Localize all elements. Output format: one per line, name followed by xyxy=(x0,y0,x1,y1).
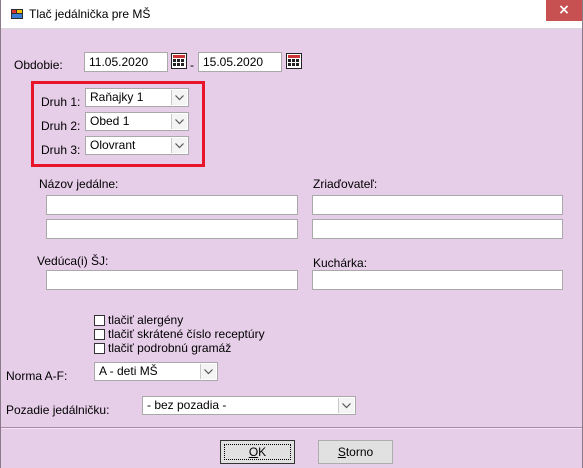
period-separator: - xyxy=(190,58,194,72)
chevron-down-icon xyxy=(338,398,354,413)
founder-input-1[interactable] xyxy=(312,195,563,215)
kind3-select[interactable]: Olovrant xyxy=(85,136,189,155)
detailed-grammage-label: tlačiť podrobnú gramáž xyxy=(108,341,232,355)
allergens-checkbox[interactable] xyxy=(94,315,105,326)
canteen-label: Názov jedálne: xyxy=(39,177,119,191)
close-icon: × xyxy=(558,2,570,18)
background-value: - bez pozadia - xyxy=(147,398,227,412)
kind2-select[interactable]: Obed 1 xyxy=(85,112,189,131)
kind2-label: Druh 2: xyxy=(41,119,81,133)
period-label: Obdobie: xyxy=(14,58,63,72)
period-from-input[interactable]: 11.05.2020 xyxy=(84,52,168,72)
detailed-grammage-checkbox[interactable] xyxy=(94,343,105,354)
cook-label: Kuchárka: xyxy=(313,256,368,270)
cancel-label-rest: torno xyxy=(345,445,374,459)
chevron-down-icon xyxy=(171,138,187,153)
kind1-select[interactable]: Raňajky 1 xyxy=(85,88,189,107)
founder-label: Zriaďovateľ: xyxy=(313,177,378,191)
norm-label: Norma A-F: xyxy=(6,369,68,383)
kind1-value: Raňajky 1 xyxy=(90,90,144,104)
ok-button[interactable]: OK xyxy=(220,440,295,464)
kind1-label: Druh 1: xyxy=(41,95,81,109)
title-bar: Tlač jedálnička pre MŠ × xyxy=(1,0,582,29)
cancel-button[interactable]: Storno xyxy=(318,440,393,464)
canteen-name-input-2[interactable] xyxy=(46,219,298,239)
norm-select[interactable]: A - deti MŠ xyxy=(94,362,218,381)
cook-input[interactable] xyxy=(312,270,563,290)
window-title: Tlač jedálnička pre MŠ xyxy=(29,7,151,21)
footer-divider-highlight xyxy=(1,428,582,429)
kind3-value: Olovrant xyxy=(90,138,136,152)
kind3-label: Druh 3: xyxy=(41,143,81,157)
chevron-down-icon xyxy=(171,90,187,105)
background-label: Pozadie jedálničku: xyxy=(6,403,110,417)
recipe-number-checkbox[interactable] xyxy=(94,329,105,340)
calendar-to-icon[interactable] xyxy=(286,53,302,69)
background-select[interactable]: - bez pozadia - xyxy=(142,396,356,415)
canteen-name-input-1[interactable] xyxy=(46,195,298,215)
period-to-input[interactable]: 15.05.2020 xyxy=(198,52,282,72)
allergens-label: tlačiť alergény xyxy=(108,313,184,327)
chevron-down-icon xyxy=(200,364,216,379)
kind2-value: Obed 1 xyxy=(90,114,130,128)
dialog-window: Tlač jedálnička pre MŠ × Obdobie: 11.05.… xyxy=(0,0,583,468)
norm-value: A - deti MŠ xyxy=(99,364,158,378)
manager-label: Vedúca(i) ŠJ: xyxy=(37,254,109,268)
focus-ring xyxy=(224,444,291,460)
calendar-from-icon[interactable] xyxy=(171,53,187,69)
close-button[interactable]: × xyxy=(546,0,582,21)
recipe-number-label: tlačiť skrátené číslo receptúry xyxy=(108,327,265,341)
cancel-mnemonic: S xyxy=(337,445,346,459)
chevron-down-icon xyxy=(171,114,187,129)
manager-input[interactable] xyxy=(46,270,298,290)
founder-input-2[interactable] xyxy=(312,219,563,239)
app-icon xyxy=(11,9,23,19)
